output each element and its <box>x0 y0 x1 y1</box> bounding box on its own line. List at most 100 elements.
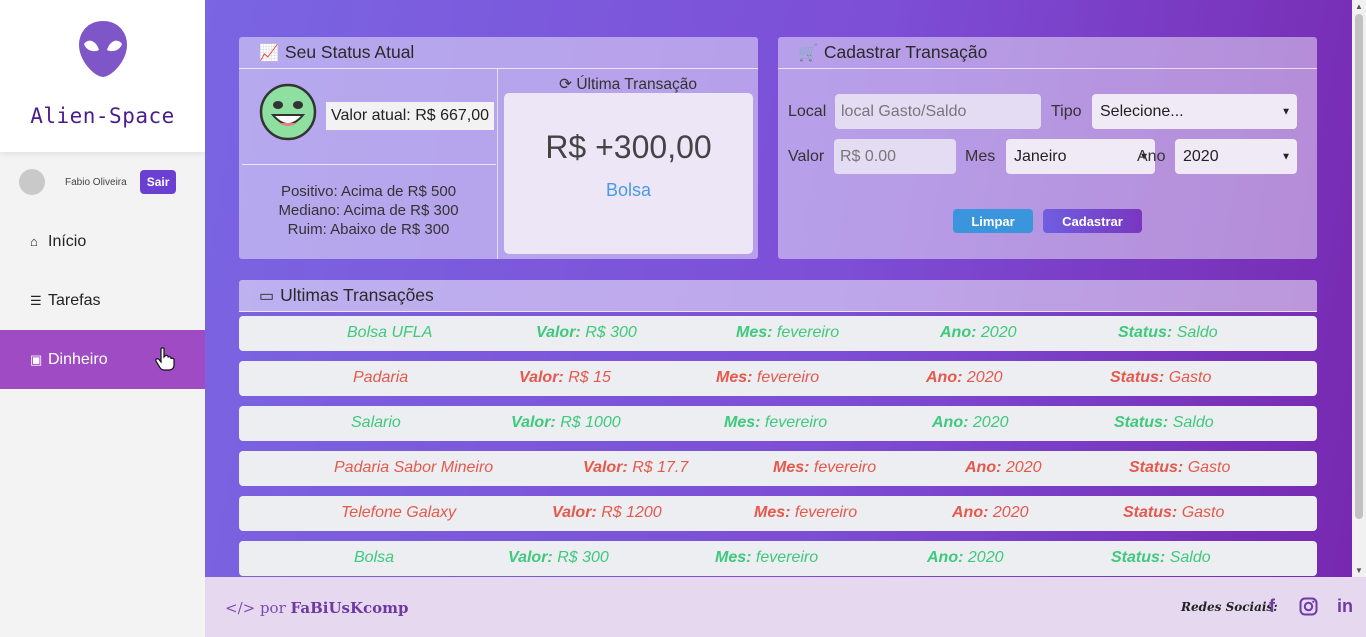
ano-select[interactable]: 2020 ▼ <box>1175 139 1297 174</box>
tx-ano: Ano: 2020 <box>965 459 1041 477</box>
tx-key-status: Status: <box>1114 414 1169 431</box>
sidebar-item-label: Início <box>48 232 87 250</box>
scroll-down-icon[interactable]: ▼ <box>1355 566 1363 575</box>
logout-button[interactable]: Sair <box>139 170 177 194</box>
tx-valor-value: R$ 300 <box>585 324 637 341</box>
tx-mes: Mes: fevereiro <box>773 459 876 477</box>
tx-key-mes: Mes: <box>716 369 753 386</box>
tx-local: Bolsa <box>354 549 395 566</box>
avatar <box>19 169 45 195</box>
table-row[interactable]: Bolsa Valor: R$ 300 Mes: fevereiro Ano: … <box>239 541 1317 576</box>
tx-key-status: Status: <box>1123 504 1178 521</box>
credit-name[interactable]: FaBiUsKcomp <box>291 599 409 617</box>
tx-ano-value: 2020 <box>972 414 1009 431</box>
sidebar-item-label: Tarefas <box>48 291 101 309</box>
tx-ano-value: 2020 <box>992 504 1029 521</box>
tx-ano-value: 2020 <box>1005 459 1042 476</box>
tx-status-value: Gasto <box>1168 369 1212 386</box>
status-levels: Positivo: Acima de R$ 500 Mediano: Acima… <box>239 182 498 239</box>
home-icon: ⌂ <box>30 234 38 249</box>
last-transaction-box: R$ +300,00 Bolsa <box>504 93 753 254</box>
tx-mes-value: fevereiro <box>794 504 858 521</box>
tx-valor: Valor: R$ 17.7 <box>583 459 688 477</box>
tx-mes: Mes: fevereiro <box>724 414 827 432</box>
page-scrollbar[interactable]: ▲ ▼ <box>1352 0 1366 577</box>
status-card: 📈 Seu Status Atual Valor atual: R$ 667,0… <box>239 37 758 259</box>
tx-key-status: Status: <box>1111 549 1166 566</box>
tx-status-value: Saldo <box>1172 414 1214 431</box>
tx-key-status: Status: <box>1110 369 1165 386</box>
table-row[interactable]: Padaria Sabor Mineiro Valor: R$ 17.7 Mes… <box>239 451 1317 486</box>
tx-valor: Valor: R$ 300 <box>508 549 609 567</box>
status-title-text: Seu Status Atual <box>284 42 415 62</box>
tx-mes-value: fevereiro <box>755 549 819 566</box>
tx-status-value: Saldo <box>1169 549 1211 566</box>
mes-select[interactable]: Janeiro ▼ <box>1006 139 1155 174</box>
sidebar: Alien-Space Fabio Oliveira Sair ⌂ Início… <box>0 0 205 637</box>
tx-valor-value: R$ 300 <box>557 549 609 566</box>
tx-ano-value: 2020 <box>980 324 1017 341</box>
ano-label: Ano <box>1137 148 1166 165</box>
table-row[interactable]: Padaria Valor: R$ 15 Mes: fevereiro Ano:… <box>239 361 1317 396</box>
tx-key-ano: Ano: <box>926 369 963 386</box>
register-card: 🛒 Cadastrar Transação Local local Gasto/… <box>778 37 1317 259</box>
table-row[interactable]: Salario Valor: R$ 1000 Mes: fevereiro An… <box>239 406 1317 441</box>
credit-card-icon: ▭ <box>259 287 275 305</box>
divider <box>242 164 496 165</box>
status-card-title: 📈 Seu Status Atual <box>239 37 758 69</box>
tx-mes: Mes: fevereiro <box>715 549 818 567</box>
instagram-icon[interactable] <box>1299 597 1318 616</box>
sidebar-item-inicio[interactable]: ⌂ Início <box>0 212 205 271</box>
chart-line-icon: 📈 <box>259 44 279 62</box>
main-content: 📈 Seu Status Atual Valor atual: R$ 667,0… <box>205 0 1352 577</box>
status-summary: Valor atual: R$ 667,00 Positivo: Acima d… <box>239 69 498 259</box>
happy-face-icon <box>259 83 317 141</box>
last-transaction-label: ⟳ Última Transação <box>498 75 758 94</box>
tx-key-valor: Valor: <box>552 504 597 521</box>
submit-button[interactable]: Cadastrar <box>1043 209 1142 233</box>
sidebar-item-tarefas[interactable]: ☰ Tarefas <box>0 271 205 330</box>
tx-key-mes: Mes: <box>724 414 761 431</box>
tx-status-value: Saldo <box>1176 324 1218 341</box>
facebook-icon[interactable]: f <box>1269 596 1275 617</box>
tx-local: Padaria <box>353 369 409 386</box>
table-row[interactable]: Bolsa UFLA Valor: R$ 300 Mes: fevereiro … <box>239 316 1317 351</box>
linkedin-icon[interactable]: in <box>1337 596 1353 617</box>
tx-valor-value: R$ 15 <box>568 369 611 386</box>
credit-prefix: </> por <box>225 599 286 617</box>
clear-button[interactable]: Limpar <box>953 209 1033 233</box>
tx-key-ano: Ano: <box>952 504 989 521</box>
tx-key-ano: Ano: <box>932 414 969 431</box>
current-value: Valor atual: R$ 667,00 <box>326 102 495 130</box>
credit: </> por FaBiUsKcomp <box>225 599 409 617</box>
table-row[interactable]: Telefone Galaxy Valor: R$ 1200 Mes: feve… <box>239 496 1317 531</box>
hand-cursor-icon <box>155 347 175 371</box>
tx-ano: Ano: 2020 <box>927 549 1003 567</box>
transactions-card-title: ▭ Ultimas Transações <box>239 280 1317 312</box>
tx-local: Bolsa UFLA <box>347 324 433 341</box>
last-transaction-value: R$ +300,00 <box>545 129 712 165</box>
tx-valor: Valor: R$ 1200 <box>552 504 662 522</box>
tx-local: Padaria Sabor Mineiro <box>334 459 494 476</box>
tx-key-mes: Mes: <box>715 549 752 566</box>
scrollbar-thumb[interactable] <box>1355 14 1363 519</box>
tx-valor-value: R$ 17.7 <box>632 459 689 476</box>
tipo-select-value: Selecione... <box>1100 102 1184 120</box>
tx-status-value: Gasto <box>1187 459 1231 476</box>
tx-valor-value: R$ 1200 <box>601 504 662 521</box>
tx-valor: Valor: R$ 300 <box>536 324 637 342</box>
tx-valor-value: R$ 1000 <box>560 414 621 431</box>
local-label: Local <box>788 103 827 120</box>
tx-mes: Mes: fevereiro <box>716 369 819 387</box>
tx-key-mes: Mes: <box>773 459 810 476</box>
scroll-up-icon[interactable]: ▲ <box>1355 2 1363 11</box>
tipo-select[interactable]: Selecione... ▼ <box>1092 94 1297 129</box>
tx-status-value: Gasto <box>1181 504 1225 521</box>
chevron-down-icon: ▼ <box>1281 106 1291 117</box>
tx-valor: Valor: R$ 1000 <box>511 414 621 432</box>
tx-ano: Ano: 2020 <box>952 504 1028 522</box>
local-input[interactable]: local Gasto/Saldo <box>835 94 1041 129</box>
tx-mes: Mes: fevereiro <box>736 324 839 342</box>
valor-input[interactable]: R$ 0.00 <box>834 139 956 174</box>
tx-key-valor: Valor: <box>583 459 628 476</box>
